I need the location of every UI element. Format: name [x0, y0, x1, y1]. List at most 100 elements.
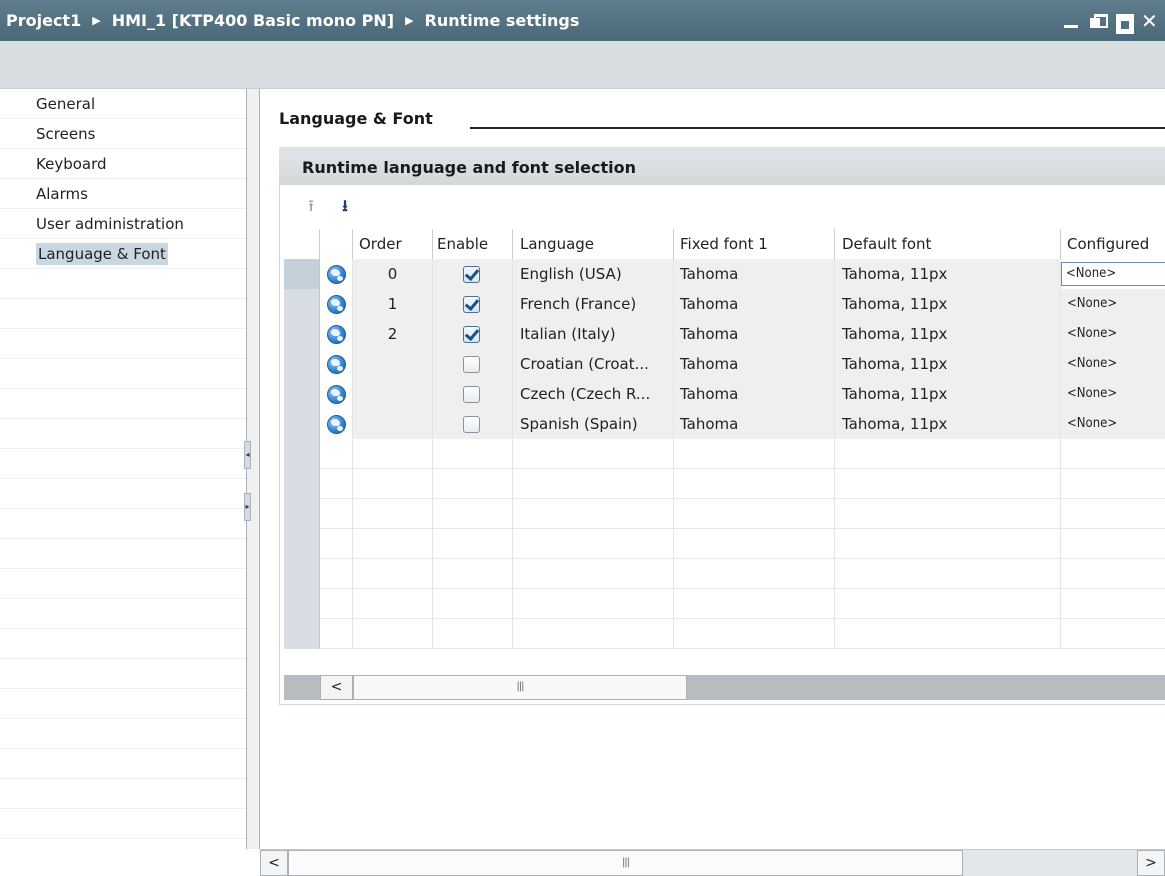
enable-checkbox[interactable] [463, 416, 480, 433]
default-font-cell[interactable]: Tahoma, 11px [835, 379, 1061, 409]
nav-item-screens[interactable]: Screens [0, 119, 246, 149]
empty-row[interactable] [284, 619, 1165, 649]
arrow-down-icon[interactable]: ⭳ [335, 196, 355, 216]
scroll-left-icon[interactable]: < [260, 850, 288, 876]
configured-edit-field[interactable]: <None> [1061, 262, 1165, 286]
maximize-icon[interactable] [1115, 13, 1134, 34]
empty-row[interactable] [284, 439, 1165, 469]
nav-item-user-administration[interactable]: User administration [0, 209, 246, 239]
column-header-enable[interactable]: Enable [433, 229, 513, 259]
nav-item-label: General [36, 95, 96, 113]
configured-cell[interactable]: <None> [1061, 409, 1165, 439]
fixed-font-cell[interactable]: Tahoma [674, 259, 835, 289]
minimize-icon[interactable] [1063, 13, 1079, 29]
row-selector[interactable] [284, 349, 320, 379]
scrollbar-thumb[interactable]: ||| [288, 850, 963, 876]
nav-spacer [0, 569, 246, 599]
default-font-cell[interactable]: Tahoma, 11px [835, 289, 1061, 319]
empty-cell [513, 559, 674, 589]
row-selector[interactable] [284, 589, 320, 619]
row-selector[interactable] [284, 469, 320, 499]
row-selector[interactable] [284, 409, 320, 439]
float-window-icon[interactable] [1089, 13, 1108, 29]
configured-cell[interactable]: <None> [1061, 319, 1165, 349]
configured-cell[interactable]: <None> [1061, 349, 1165, 379]
configured-cell[interactable]: <None> [1061, 289, 1165, 319]
table-row[interactable]: Czech (Czech R... Tahoma Tahoma, 11px <N… [284, 379, 1165, 409]
default-font-cell[interactable]: Tahoma, 11px [835, 319, 1061, 349]
fixed-font-cell[interactable]: Tahoma [674, 379, 835, 409]
nav-spacer [0, 689, 246, 719]
group-header[interactable]: Runtime language and font selection [279, 147, 1165, 185]
row-selector[interactable] [284, 499, 320, 529]
column-header-language[interactable]: Language [513, 229, 674, 259]
table-row[interactable]: Croatian (Croat... Tahoma Tahoma, 11px <… [284, 349, 1165, 379]
enable-checkbox[interactable] [463, 356, 480, 373]
default-font-cell[interactable]: Tahoma, 11px [835, 409, 1061, 439]
scrollbar-thumb[interactable]: ||| [353, 675, 687, 700]
row-selector[interactable] [284, 619, 320, 649]
breadcrumb-runtime-settings[interactable]: Runtime settings [425, 11, 580, 30]
empty-row[interactable] [284, 499, 1165, 529]
table-row[interactable]: 0 English (USA) Tahoma Tahoma, 11px <Non… [284, 259, 1165, 289]
table-header-row: Order Enable Language Fixed font 1 Defau… [284, 229, 1165, 259]
empty-cell [433, 529, 513, 559]
table-row[interactable]: 2 Italian (Italy) Tahoma Tahoma, 11px <N… [284, 319, 1165, 349]
table-row[interactable]: Spanish (Spain) Tahoma Tahoma, 11px <Non… [284, 409, 1165, 439]
enable-cell [433, 409, 513, 439]
panel-splitter[interactable]: ◂ ▸ [244, 89, 260, 849]
order-cell: 1 [353, 289, 433, 319]
header-select-cell[interactable] [284, 229, 320, 259]
column-header-order[interactable]: Order [353, 229, 433, 259]
enable-checkbox[interactable] [463, 266, 480, 283]
scroll-left-icon[interactable]: < [320, 675, 353, 700]
empty-cell [433, 559, 513, 589]
settings-navigation: General Screens Keyboard Alarms User adm… [0, 89, 246, 876]
nav-item-keyboard[interactable]: Keyboard [0, 149, 246, 179]
table-horizontal-scrollbar[interactable]: < ||| [284, 675, 1165, 700]
fixed-font-cell[interactable]: Tahoma [674, 349, 835, 379]
empty-row[interactable] [284, 469, 1165, 499]
column-header-fixed-font[interactable]: Fixed font 1 [674, 229, 835, 259]
scroll-right-icon[interactable]: > [1137, 850, 1165, 876]
row-selector[interactable] [284, 259, 320, 289]
empty-cell [353, 529, 433, 559]
page-horizontal-scrollbar[interactable]: < ||| > [260, 849, 1165, 876]
empty-row[interactable] [284, 529, 1165, 559]
arrow-up-icon[interactable]: ⭱ [301, 196, 321, 216]
enable-checkbox[interactable] [463, 326, 480, 343]
breadcrumb-device[interactable]: HMI_1 [KTP400 Basic mono PN] [112, 11, 394, 30]
fixed-font-cell[interactable]: Tahoma [674, 289, 835, 319]
empty-row[interactable] [284, 589, 1165, 619]
configured-cell[interactable]: <None> [1061, 259, 1165, 289]
row-selector[interactable] [284, 289, 320, 319]
row-selector[interactable] [284, 529, 320, 559]
row-selector[interactable] [284, 559, 320, 589]
default-font-cell[interactable]: Tahoma, 11px [835, 259, 1061, 289]
enable-cell [433, 349, 513, 379]
empty-cell [353, 439, 433, 469]
nav-item-language-font[interactable]: Language & Font [0, 239, 246, 269]
row-selector[interactable] [284, 319, 320, 349]
empty-cell [1061, 559, 1165, 589]
enable-checkbox[interactable] [463, 296, 480, 313]
default-font-cell[interactable]: Tahoma, 11px [835, 349, 1061, 379]
empty-cell [513, 439, 674, 469]
column-header-configured[interactable]: Configured [1061, 229, 1165, 259]
breadcrumb-project[interactable]: Project1 [6, 11, 81, 30]
nav-item-alarms[interactable]: Alarms [0, 179, 246, 209]
row-selector[interactable] [284, 439, 320, 469]
expand-right-icon[interactable]: ▸ [244, 493, 251, 521]
close-icon[interactable]: ✕ [1141, 11, 1158, 31]
configured-cell[interactable]: <None> [1061, 379, 1165, 409]
nav-item-general[interactable]: General [0, 89, 246, 119]
table-row[interactable]: 1 French (France) Tahoma Tahoma, 11px <N… [284, 289, 1165, 319]
fixed-font-cell[interactable]: Tahoma [674, 409, 835, 439]
collapse-left-icon[interactable]: ◂ [244, 441, 251, 469]
fixed-font-cell[interactable]: Tahoma [674, 319, 835, 349]
empty-cell [320, 619, 353, 649]
row-selector[interactable] [284, 379, 320, 409]
enable-checkbox[interactable] [463, 386, 480, 403]
column-header-default-font[interactable]: Default font [835, 229, 1061, 259]
empty-row[interactable] [284, 559, 1165, 589]
